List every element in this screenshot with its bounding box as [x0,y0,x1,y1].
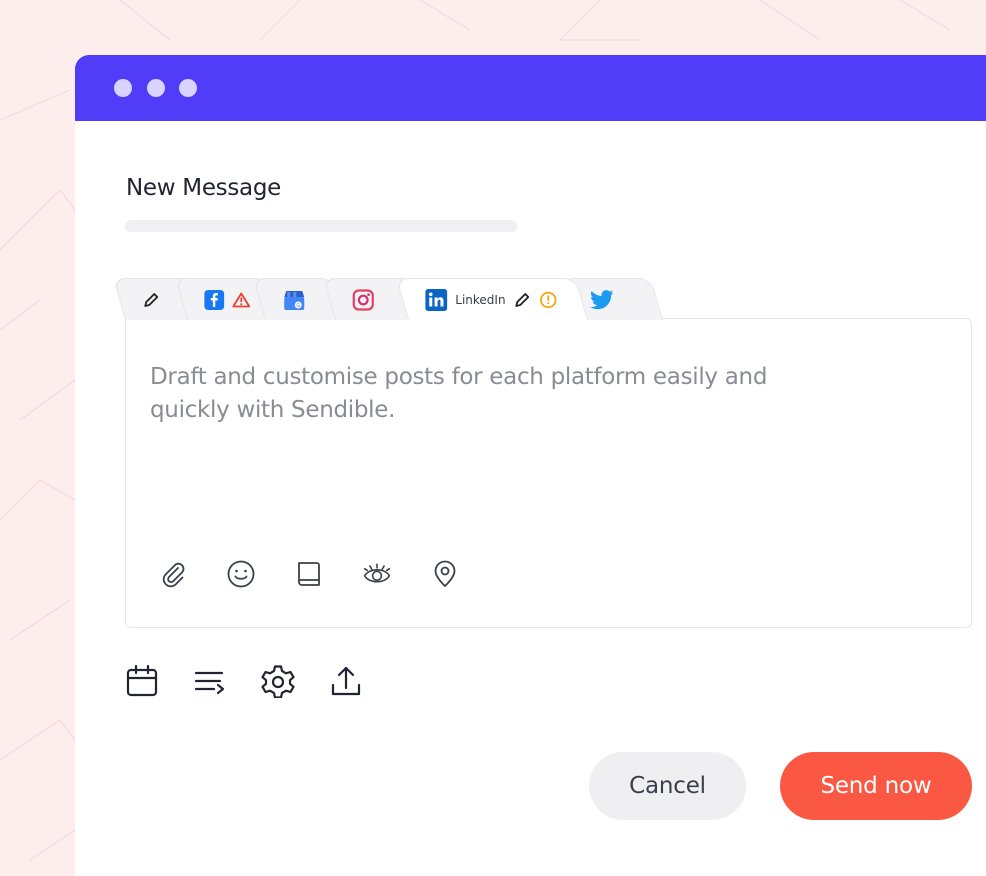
window-maximize-dot[interactable] [179,79,197,97]
twitter-icon [590,289,614,310]
queue-icon[interactable] [193,664,227,698]
warning-icon [232,292,251,308]
compose-window: New Message G LinkedIn Draft and customi… [75,55,986,876]
instagram-icon [352,288,374,311]
linkedin-tab-label: LinkedIn [455,292,506,307]
message-title: New Message [126,175,281,201]
cancel-button[interactable]: Cancel [589,752,746,820]
window-close-dot[interactable] [114,79,132,97]
info-alert-icon [539,291,557,309]
editor-placeholder[interactable]: Draft and customise posts for each platf… [150,361,810,427]
attachment-icon[interactable] [158,559,188,589]
emoji-icon[interactable] [226,559,256,589]
linkedin-icon [425,288,448,311]
upload-icon[interactable] [329,664,363,698]
post-options-toolbar [125,664,363,698]
library-icon[interactable] [294,559,324,589]
pencil-icon [513,291,531,309]
preview-icon[interactable] [362,559,392,589]
svg-text:G: G [296,303,300,309]
settings-icon[interactable] [261,664,295,698]
post-editor[interactable]: Draft and customise posts for each platf… [125,318,972,628]
title-underline-bar [125,220,517,232]
pencil-icon [142,291,160,309]
platform-tabs: G LinkedIn [112,278,665,320]
tab-linkedin[interactable]: LinkedIn [395,278,588,320]
send-now-button[interactable]: Send now [780,752,972,820]
editor-toolbar [158,559,460,589]
location-icon[interactable] [430,559,460,589]
window-minimize-dot[interactable] [147,79,165,97]
window-titlebar [75,55,986,121]
calendar-icon[interactable] [125,664,159,698]
google-my-business-icon: G [282,289,306,311]
facebook-icon [204,289,225,310]
